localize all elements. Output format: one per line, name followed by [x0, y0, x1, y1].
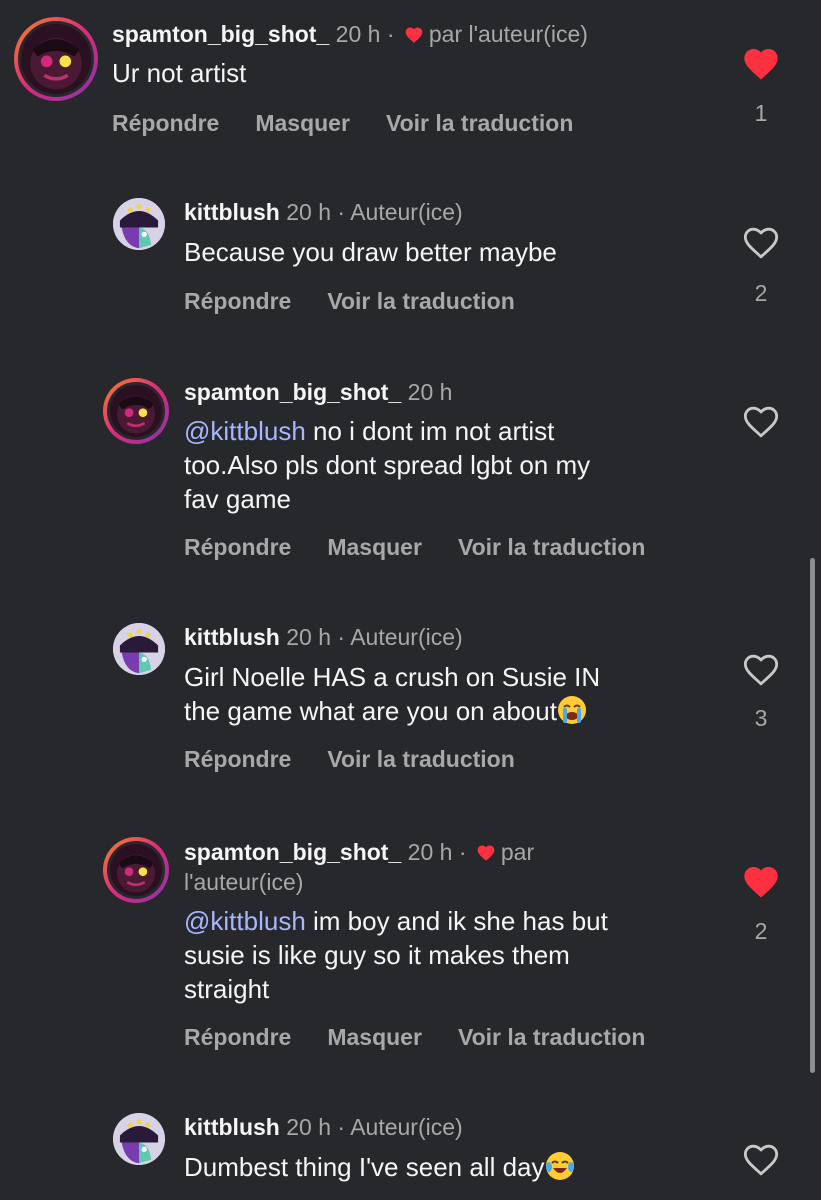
- hide-button[interactable]: Masquer: [255, 110, 350, 136]
- like-heart-icon[interactable]: [741, 650, 781, 690]
- comment-text-line: Girl Noelle HAS a crush on Susie IN: [184, 662, 601, 692]
- username[interactable]: kittblush: [184, 1114, 280, 1140]
- timestamp: 20 h: [286, 199, 331, 225]
- mention-link[interactable]: @kittblush: [184, 906, 306, 936]
- liked-by-author-label: par l'auteur(ice): [428, 21, 588, 47]
- separator: ·: [337, 1114, 346, 1140]
- like-count: 2: [754, 918, 768, 944]
- like-count: 2: [754, 280, 768, 306]
- username[interactable]: spamton_big_shot_: [112, 21, 329, 47]
- avatar[interactable]: [103, 378, 169, 444]
- username[interactable]: spamton_big_shot_: [184, 379, 401, 405]
- reply-button[interactable]: Répondre: [184, 1024, 291, 1050]
- avatar[interactable]: [14, 17, 98, 101]
- translate-button[interactable]: Voir la traduction: [458, 1024, 645, 1050]
- timestamp: 20 h: [286, 624, 331, 650]
- reply-button[interactable]: Répondre: [184, 746, 291, 772]
- timestamp: 20 h: [286, 1114, 331, 1140]
- comment-text: Because you draw better maybe: [184, 237, 557, 267]
- hide-button[interactable]: Masquer: [327, 1024, 422, 1050]
- separator: ·: [337, 199, 346, 225]
- author-badge: Auteur(ice): [350, 199, 463, 225]
- like-heart-icon[interactable]: [741, 1140, 781, 1180]
- comment-text: Ur not artist: [112, 58, 247, 88]
- mention-link[interactable]: @kittblush: [184, 416, 306, 446]
- timestamp: 20 h: [407, 839, 453, 865]
- comment-text-line: im boy and ik she has but: [305, 906, 608, 936]
- author-badge: Auteur(ice): [350, 1114, 463, 1140]
- avatar-image: [110, 844, 162, 896]
- avatar[interactable]: [113, 623, 165, 675]
- comment-text-line: too.Also pls dont spread lgbt on my: [184, 450, 591, 480]
- comment-text: @kittblush no i dont im not artist too.A…: [184, 414, 590, 516]
- hide-button[interactable]: Masquer: [327, 534, 422, 560]
- author-liked-heart-icon: [475, 843, 497, 863]
- like-heart-icon[interactable]: [741, 862, 781, 902]
- author-badge: Auteur(ice): [350, 624, 463, 650]
- translate-button[interactable]: Voir la traduction: [327, 746, 514, 772]
- reply-button[interactable]: Répondre: [112, 110, 219, 136]
- avatar[interactable]: [113, 1113, 165, 1165]
- comment-text: @kittblush im boy and ik she has but sus…: [184, 904, 608, 1006]
- scrollbar[interactable]: [810, 558, 815, 1073]
- avatar-image: [110, 385, 162, 437]
- comment-text: Dumbest thing I've seen all day: [184, 1150, 575, 1184]
- like-heart-icon[interactable]: [741, 402, 781, 442]
- face-with-tears-of-joy-icon: [545, 1152, 574, 1180]
- separator: ·: [386, 21, 395, 47]
- loudly-crying-face-icon: [557, 696, 586, 724]
- avatar[interactable]: [103, 837, 169, 903]
- like-heart-icon[interactable]: [741, 44, 781, 84]
- reply-button[interactable]: Répondre: [184, 534, 291, 560]
- separator: ·: [458, 839, 467, 865]
- avatar-image: [113, 623, 165, 675]
- like-count: 3: [754, 705, 768, 731]
- avatar-image: [113, 1113, 165, 1165]
- timestamp: 20 h: [407, 379, 453, 405]
- separator: ·: [337, 624, 346, 650]
- username[interactable]: kittblush: [184, 199, 280, 225]
- translate-button[interactable]: Voir la traduction: [458, 534, 645, 560]
- translate-button[interactable]: Voir la traduction: [327, 288, 514, 314]
- avatar[interactable]: [113, 198, 165, 250]
- comment-text: Girl Noelle HAS a crush on Susie IN the …: [184, 660, 600, 728]
- liked-by-author-label: l'auteur(ice): [184, 869, 304, 895]
- comment-text-line: the game what are you on about: [184, 696, 557, 726]
- timestamp: 20 h: [335, 21, 381, 47]
- comment-text-line: fav game: [184, 484, 291, 514]
- translate-button[interactable]: Voir la traduction: [386, 110, 573, 136]
- comment-text-line: no i dont im not artist: [305, 416, 555, 446]
- avatar-image: [113, 198, 165, 250]
- comment-text-line: straight: [184, 974, 270, 1004]
- avatar-image: [21, 24, 91, 94]
- like-count: 1: [754, 100, 768, 126]
- username[interactable]: kittblush: [184, 624, 280, 650]
- username[interactable]: spamton_big_shot_: [184, 839, 401, 865]
- author-liked-heart-icon: [403, 25, 425, 45]
- reply-button[interactable]: Répondre: [184, 288, 291, 314]
- comment-text-line: susie is like guy so it makes them: [184, 940, 570, 970]
- like-heart-icon[interactable]: [741, 223, 781, 263]
- liked-by-author-label: par: [500, 839, 535, 865]
- comment-text-line: Dumbest thing I've seen all day: [184, 1152, 545, 1182]
